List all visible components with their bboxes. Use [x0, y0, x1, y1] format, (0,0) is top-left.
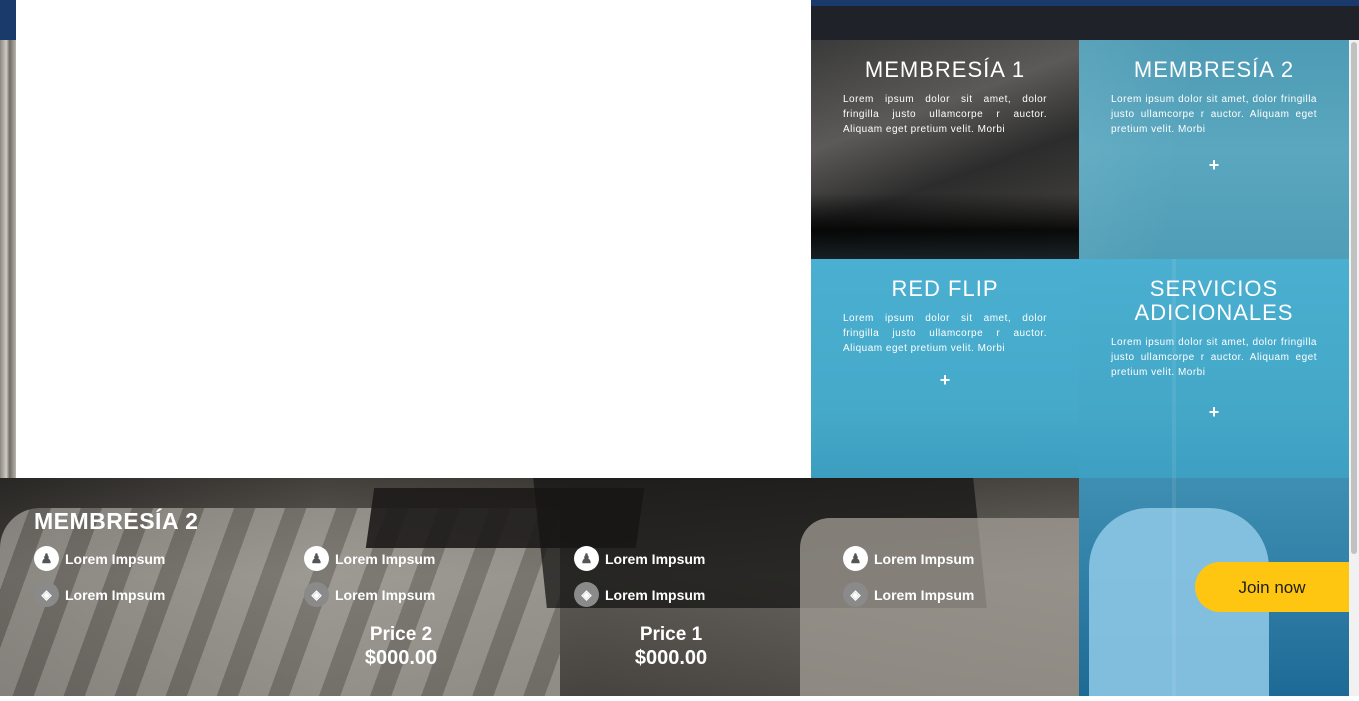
feature-item: ♟ Lorem Impsum — [34, 546, 165, 571]
feature-label: Lorem Impsum — [335, 586, 436, 603]
feature-label: Lorem Impsum — [874, 586, 975, 603]
feature-label: Lorem Impsum — [335, 550, 436, 567]
tile-red-flip[interactable]: RED FLIP Lorem ipsum dolor sit amet, dol… — [811, 259, 1079, 478]
expand-plus-icon[interactable]: + — [1111, 155, 1317, 176]
tile-membresia-2[interactable]: MEMBRESÍA 2 Lorem ipsum dolor sit amet, … — [1079, 40, 1349, 259]
price-value: $000.00 — [634, 647, 708, 669]
decorative-band — [1172, 259, 1176, 478]
feature-label: Lorem Impsum — [65, 586, 166, 603]
feature-item: ♟ Lorem Impsum — [574, 546, 705, 571]
decorative-band — [1172, 478, 1176, 696]
nav-accent — [0, 0, 16, 40]
gamepad-icon: ◈ — [34, 582, 59, 607]
tile-title: SERVICIOS ADICIONALES — [1134, 276, 1294, 325]
feature-label: Lorem Impsum — [605, 586, 706, 603]
group-icon: ♟ — [304, 546, 329, 571]
sofa-photo — [800, 518, 1079, 696]
feature-item: ◈ Lorem Impsum — [574, 582, 705, 607]
feature-label: Lorem Impsum — [605, 550, 706, 567]
tile-title: RED FLIP — [891, 276, 999, 301]
price-label: Price 1 — [639, 624, 703, 645]
expand-plus-icon[interactable]: + — [1111, 402, 1317, 423]
gamepad-icon: ◈ — [843, 582, 868, 607]
feature-item: ◈ Lorem Impsum — [34, 582, 165, 607]
tile-text: Lorem ipsum dolor sit amet, dolor fringi… — [843, 94, 1047, 135]
join-now-button[interactable]: Join now — [1195, 562, 1349, 612]
gamepad-icon: ◈ — [574, 582, 599, 607]
background-photo-strip — [0, 40, 16, 478]
gamepad-icon: ◈ — [304, 582, 329, 607]
feature-item: ◈ Lorem Impsum — [843, 582, 974, 607]
group-icon: ♟ — [34, 546, 59, 571]
tile-servicios-adicionales[interactable]: SERVICIOS ADICIONALES Lorem ipsum dolor … — [1079, 259, 1349, 478]
feature-label: Lorem Impsum — [874, 550, 975, 567]
feature-item: ♟ Lorem Impsum — [304, 546, 435, 571]
tile-title: MEMBRESÍA 2 — [1133, 57, 1295, 82]
expand-plus-icon[interactable]: + — [843, 370, 1047, 391]
price-block: Price 2 $000.00 — [341, 624, 461, 670]
feature-item: ◈ Lorem Impsum — [304, 582, 435, 607]
tile-text: Lorem ipsum dolor sit amet, dolor fringi… — [1111, 337, 1317, 378]
membership-detail-section: MEMBRESÍA 2 ♟ Lorem Impsum ♟ Lorem Impsu… — [0, 478, 1079, 696]
price-value: $000.00 — [364, 647, 438, 669]
group-icon: ♟ — [574, 546, 599, 571]
tile-text: Lorem ipsum dolor sit amet, dolor fringi… — [1111, 94, 1317, 135]
tile-text: Lorem ipsum dolor sit amet, dolor fringi… — [843, 313, 1047, 354]
blank-content-panel — [16, 0, 811, 478]
scrollbar-thumb[interactable] — [1351, 42, 1357, 554]
price-block: Price 1 $000.00 — [611, 624, 731, 670]
tile-title: MEMBRESÍA 1 — [864, 57, 1026, 82]
tile-membresia-1[interactable]: MEMBRESÍA 1 Lorem ipsum dolor sit amet, … — [811, 40, 1079, 259]
membership-title: MEMBRESÍA 2 — [34, 508, 199, 534]
page-bottom-edge — [0, 696, 1359, 701]
price-label: Price 2 — [369, 624, 433, 645]
feature-item: ♟ Lorem Impsum — [843, 546, 974, 571]
group-icon: ♟ — [843, 546, 868, 571]
feature-label: Lorem Impsum — [65, 550, 166, 567]
